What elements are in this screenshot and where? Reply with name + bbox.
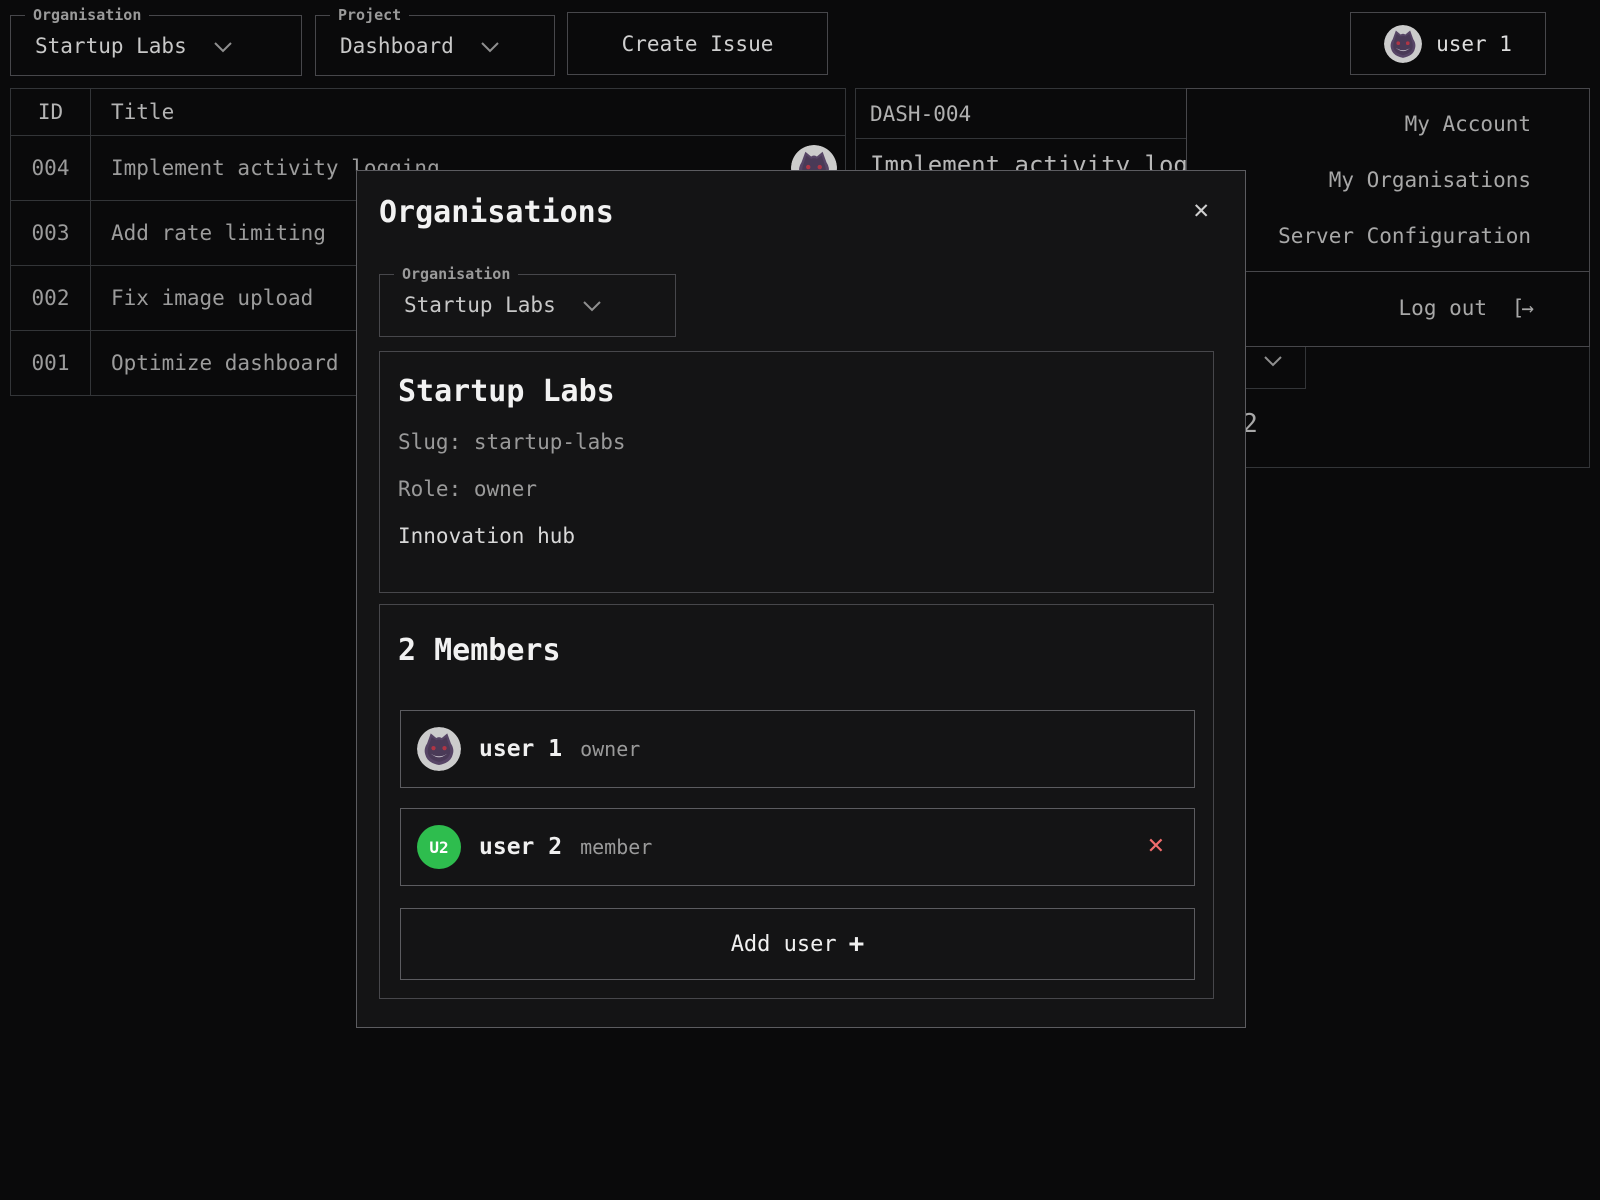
issues-table-header: ID Title [11,89,845,135]
org-selector[interactable]: Startup Labs [11,24,301,58]
members-heading: 2 Members [398,633,561,668]
plus-icon: + [849,929,865,959]
project-selector-label: Project [330,6,409,24]
user-menu-label: user 1 [1436,32,1512,56]
members-section: 2 Members user 1 owner U2 user 2 member … [379,604,1214,999]
add-user-label: Add user [731,932,837,957]
create-issue-button[interactable]: Create Issue [567,12,828,75]
org-description: Innovation hub [398,512,1213,559]
chevron-down-icon [480,34,500,58]
issue-id: 002 [11,266,91,330]
org-slug: Slug: startup-labs [398,418,1213,465]
project-selector-value: Dashboard [340,34,454,58]
column-header-id: ID [11,89,91,135]
project-selector-field: Project Dashboard [315,6,555,76]
org-name: Startup Labs [398,374,1213,418]
log-out-label: Log out [1399,296,1488,320]
menu-item-my-account[interactable]: My Account [1187,96,1589,152]
issue-title: Fix image upload [111,286,313,310]
chevron-down-icon [1263,352,1283,371]
close-icon[interactable]: ✕ [1193,197,1209,223]
menu-item-log-out[interactable]: Log out [→ [1187,271,1589,344]
remove-member-icon[interactable]: ✕ [1148,831,1164,858]
menu-item-my-organisations[interactable]: My Organisations [1187,152,1589,208]
list-item: U2 user 2 member ✕ [400,808,1195,886]
logout-icon: [→ [1512,296,1531,320]
user-dropdown-menu: My Account My Organisations Server Confi… [1186,88,1590,347]
org-role: Role: owner [398,465,1213,512]
column-header-title: Title [91,89,845,135]
add-user-button[interactable]: Add user + [400,908,1195,980]
org-card: Startup Labs Slug: startup-labs Role: ow… [379,351,1214,593]
member-role: owner [580,737,640,761]
member-badge: U2 [417,825,461,869]
issue-title: Optimize dashboard [111,351,339,375]
issue-key: DASH-004 [856,89,1204,139]
modal-org-selector-field: Organisation Startup Labs [379,265,676,337]
organisations-modal: Organisations ✕ Organisation Startup Lab… [356,170,1246,1028]
modal-org-selector-value: Startup Labs [404,293,556,317]
org-selector-field: Organisation Startup Labs [10,6,302,76]
member-avatar-icon [417,727,461,771]
member-name: user 1 [479,736,562,762]
issue-id: 004 [11,136,91,200]
issue-id: 003 [11,201,91,265]
org-selector-value: Startup Labs [35,34,187,58]
menu-item-server-configuration[interactable]: Server Configuration [1187,208,1589,264]
chevron-down-icon [582,293,602,317]
list-item: user 1 owner [400,710,1195,788]
user-menu-button[interactable]: user 1 [1350,12,1546,75]
modal-org-selector[interactable]: Startup Labs [380,283,675,317]
issue-id: 001 [11,331,91,395]
org-selector-label: Organisation [25,6,149,24]
modal-org-selector-label: Organisation [394,265,518,283]
member-role: member [580,835,652,859]
chevron-down-icon [213,34,233,58]
modal-title: Organisations [379,195,614,230]
member-name: user 2 [479,834,562,860]
user-avatar-icon [1384,25,1422,63]
issue-title: Add rate limiting [111,221,326,245]
project-selector[interactable]: Dashboard [316,24,554,58]
